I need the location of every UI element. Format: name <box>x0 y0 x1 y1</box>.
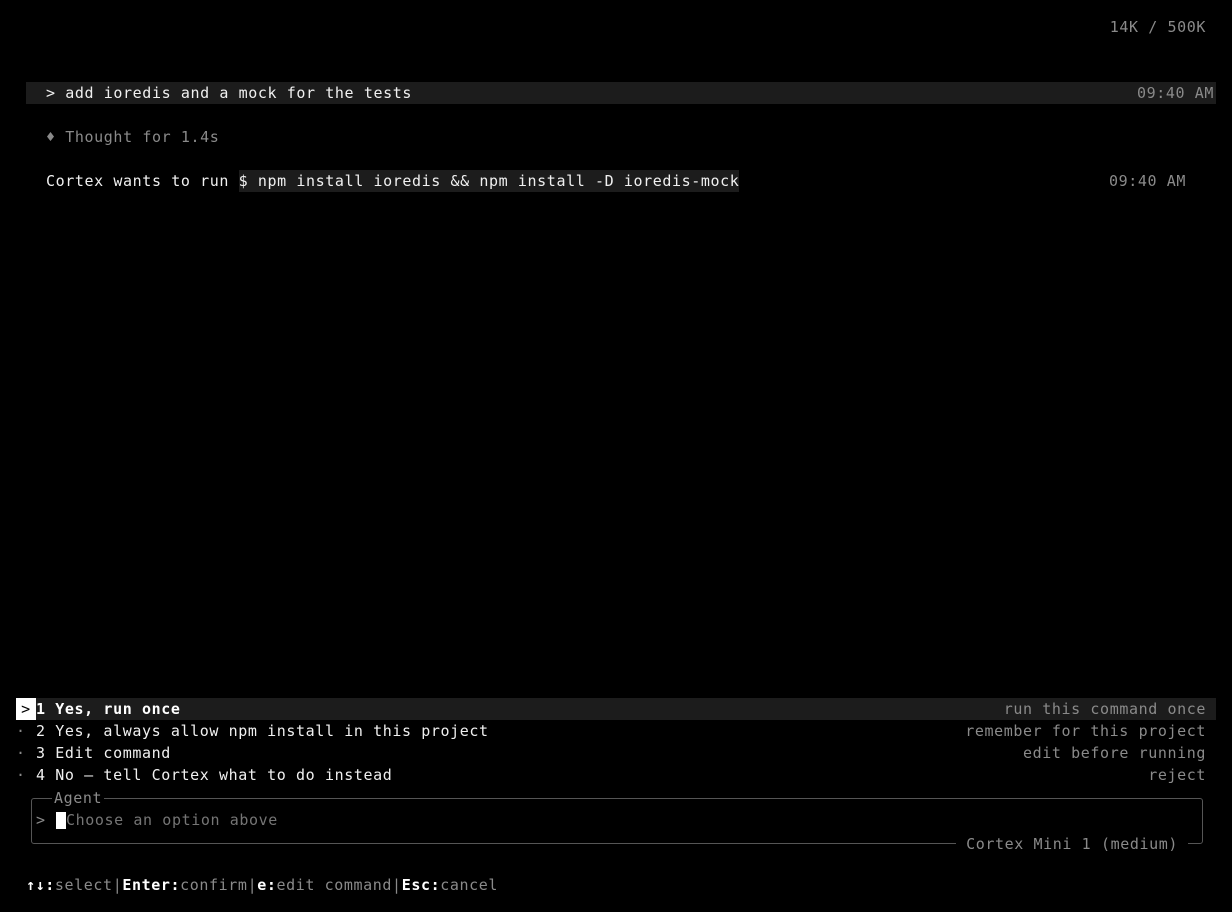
shortcut-key: ↑↓: <box>26 876 55 894</box>
agent-input-box: Agent > Cortex Mini 1 (medium) <box>31 787 1203 855</box>
user-message-text: > add ioredis and a mock for the tests <box>46 84 412 102</box>
option-always-allow[interactable]: · 2 Yes, always allow npm install in thi… <box>16 720 1216 742</box>
option-label: 3 Edit command <box>36 744 171 762</box>
shortcut-key: Esc: <box>401 876 441 894</box>
agent-box-title: Agent <box>52 787 105 809</box>
text-cursor <box>56 812 66 829</box>
model-selector[interactable]: Cortex Mini 1 (medium) <box>956 833 1188 855</box>
prompt-chevron: > <box>36 811 46 829</box>
shortcut-action: cancel <box>440 876 499 894</box>
option-run-once[interactable]: > 1 Yes, run once run this command once <box>16 698 1216 720</box>
option-hint: edit before running <box>1023 744 1206 762</box>
separator: | <box>247 876 258 894</box>
token-usage: 14K / 500K <box>1109 18 1206 36</box>
agent-input[interactable] <box>66 809 666 831</box>
option-hint: reject <box>1148 766 1206 784</box>
option-bullet: · <box>16 744 26 762</box>
shortcut-action: edit command <box>276 876 393 894</box>
permission-timestamp: 09:40 AM <box>1108 172 1186 190</box>
keyboard-shortcuts-bar: ↑↓:select|Enter:confirm|e:edit command|E… <box>26 874 498 896</box>
shortcut-key: Enter: <box>122 876 181 894</box>
diamond-icon: ♦ <box>46 128 56 146</box>
permission-request: Cortex wants to run $ npm install ioredi… <box>46 170 740 192</box>
thought-indicator: ♦ Thought for 1.4s <box>46 126 219 148</box>
user-message-row: > add ioredis and a mock for the tests 0… <box>26 82 1216 104</box>
option-label: 1 Yes, run once <box>36 700 181 718</box>
option-hint: run this command once <box>1003 700 1206 718</box>
option-reject[interactable]: · 4 No — tell Cortex what to do instead … <box>16 764 1216 786</box>
option-bullet: · <box>16 722 26 740</box>
separator: | <box>392 876 402 894</box>
separator: | <box>112 876 123 894</box>
option-label: 2 Yes, always allow npm install in this … <box>36 722 489 740</box>
shortcut-action: confirm <box>180 876 248 894</box>
thought-text: Thought for 1.4s <box>65 128 220 146</box>
selection-cursor: > <box>16 698 36 720</box>
user-message-timestamp: 09:40 AM <box>1136 84 1214 102</box>
permission-prefix: Cortex wants to run <box>46 172 239 190</box>
permission-command: $ npm install ioredis && npm install -D … <box>238 170 740 192</box>
option-hint: remember for this project <box>965 722 1206 740</box>
option-bullet: · <box>16 766 26 784</box>
option-edit-command[interactable]: · 3 Edit command edit before running <box>16 742 1216 764</box>
option-label: 4 No — tell Cortex what to do instead <box>36 766 393 784</box>
shortcut-action: select <box>54 876 113 894</box>
shortcut-key: e: <box>257 876 277 894</box>
